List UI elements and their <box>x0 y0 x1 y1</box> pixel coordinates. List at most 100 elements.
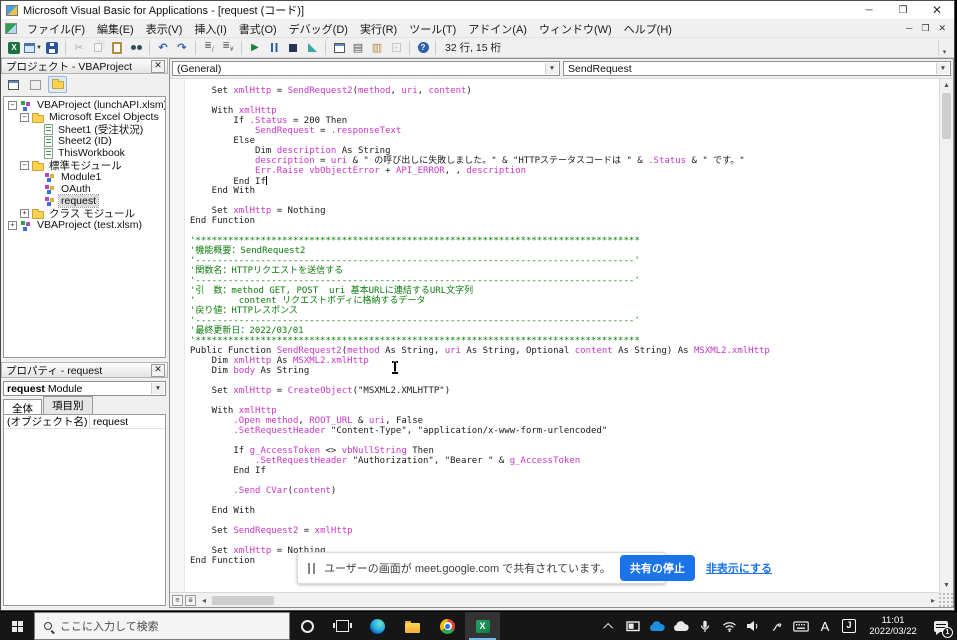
view-object-button[interactable] <box>26 76 45 93</box>
help-icon[interactable]: ? <box>414 39 432 56</box>
tree-expand-minus-icon[interactable]: − <box>8 101 17 110</box>
project-explorer-icon[interactable] <box>330 39 348 56</box>
action-center-icon[interactable]: 1 <box>925 612 957 640</box>
tree-item[interactable]: +VBAProject (test.xlsm) <box>4 219 165 231</box>
toggle-folders-button[interactable] <box>48 76 67 93</box>
taskbar-clock[interactable]: 11:01 2022/03/22 <box>861 612 925 640</box>
menu-item-help[interactable]: ヘルプ(H) <box>618 20 678 38</box>
property-row[interactable]: (オブジェクト名)request <box>4 415 165 429</box>
toolbox-icon[interactable]: + <box>387 39 405 56</box>
menu-item-window[interactable]: ウィンドウ(W) <box>533 20 618 38</box>
cut-icon[interactable]: ✂ <box>70 39 88 56</box>
tree-item[interactable]: −標準モジュール <box>4 159 165 171</box>
onedrive-icon[interactable] <box>645 621 669 632</box>
keyboard-icon[interactable] <box>789 621 813 632</box>
chrome-taskbar-icon[interactable] <box>430 612 465 640</box>
find-icon[interactable] <box>127 39 145 56</box>
scroll-right-icon[interactable]: ▸ <box>927 596 939 605</box>
menu-item-add-ins[interactable]: アドイン(A) <box>462 20 533 38</box>
menu-item-format[interactable]: 書式(O) <box>233 20 283 38</box>
view-excel-icon[interactable]: X <box>5 39 23 56</box>
tree-expand-plus-icon[interactable]: + <box>20 209 29 218</box>
mdi-close-button[interactable]: ✕ <box>938 23 946 34</box>
project-panel-close-icon[interactable]: ✕ <box>151 60 165 73</box>
insert-userform-icon[interactable]: ▼ <box>24 39 42 56</box>
tree-item[interactable]: Sheet2 (ID) <box>4 135 165 147</box>
procedure-view-button[interactable]: ≡ <box>172 595 183 606</box>
view-code-button[interactable] <box>4 76 23 93</box>
menu-item-debug[interactable]: デバッグ(D) <box>283 20 354 38</box>
break-icon[interactable] <box>265 39 283 56</box>
object-dropdown[interactable]: (General)▼ <box>172 61 560 76</box>
menu-item-tools[interactable]: ツール(T) <box>403 20 462 38</box>
code-editor[interactable]: Set xmlHttp = SendRequest2(method, uri, … <box>170 79 939 592</box>
toolbar-options-icon[interactable]: ▾ <box>938 40 950 56</box>
edge-taskbar-icon[interactable] <box>360 612 395 640</box>
redo-icon[interactable]: ↷ <box>173 39 191 56</box>
microphone-icon[interactable] <box>693 620 717 633</box>
tree-expand-minus-icon[interactable]: − <box>20 113 29 122</box>
tree-expand-plus-icon[interactable]: + <box>8 221 17 230</box>
menu-item-view[interactable]: 表示(V) <box>140 20 189 38</box>
properties-window-icon[interactable]: ▤ <box>349 39 367 56</box>
taskbar-search-input[interactable]: ここに入力して検索 <box>34 612 290 640</box>
copy-icon[interactable] <box>89 39 107 56</box>
properties-panel-close-icon[interactable]: ✕ <box>151 364 165 377</box>
minimize-button[interactable]: ─ <box>852 1 886 19</box>
volume-icon[interactable] <box>741 620 765 632</box>
menu-item-insert[interactable]: 挿入(I) <box>188 20 232 38</box>
stop-sharing-button[interactable]: 共有の停止 <box>620 555 695 581</box>
undo-icon[interactable]: ↶ <box>154 39 172 56</box>
chevron-up-icon[interactable] <box>597 623 621 630</box>
code-line: If g_AccessToken <> vbNullString Then <box>190 446 770 456</box>
explorer-taskbar-icon[interactable] <box>395 612 430 640</box>
properties-object-dropdown[interactable]: request Module ▼ <box>3 381 166 396</box>
full-module-view-button[interactable]: ≣ <box>185 595 196 606</box>
tree-item[interactable]: Sheet1 (受注状況) <box>4 123 165 135</box>
vertical-scroll-thumb[interactable] <box>942 93 951 139</box>
code-line: With xmlHttp <box>190 106 770 116</box>
tab-項目別[interactable]: 項目別 <box>43 396 93 414</box>
cloud-icon[interactable] <box>669 621 693 632</box>
tree-item[interactable]: OAuth <box>4 183 165 195</box>
scroll-down-icon[interactable]: ▼ <box>940 579 953 592</box>
tree-item[interactable]: −VBAProject (lunchAPI.xlsm) <box>4 99 165 111</box>
start-button[interactable] <box>0 612 34 640</box>
excel-taskbar-icon[interactable]: X <box>465 612 500 640</box>
task-view-taskbar-icon[interactable] <box>325 612 360 640</box>
quick-info-icon[interactable]: ≣¥ <box>219 39 237 56</box>
object-browser-icon[interactable]: ▥ <box>368 39 386 56</box>
scroll-up-icon[interactable]: ▲ <box>940 79 953 92</box>
tree-item[interactable]: Module1 <box>4 171 165 183</box>
horizontal-scrollbar[interactable]: ≡ ≣ ◂ ▸ <box>170 592 939 607</box>
procedure-dropdown[interactable]: SendRequest▼ <box>563 61 951 76</box>
run-icon[interactable]: ▶ <box>246 39 264 56</box>
tree-expand-minus-icon[interactable]: − <box>20 161 29 170</box>
ime-mode-indicator[interactable]: A <box>813 619 837 634</box>
tab-全体[interactable]: 全体 <box>3 399 42 414</box>
menu-item-file[interactable]: ファイル(F) <box>21 20 91 38</box>
hide-banner-link[interactable]: 非表示にする <box>706 560 772 576</box>
properties-panel: プロパティ - request ✕ request Module ▼ 全体項目別… <box>1 362 168 608</box>
wifi-icon[interactable] <box>717 621 741 632</box>
design-mode-icon[interactable] <box>303 39 321 56</box>
tree-item[interactable]: +クラス モジュール <box>4 207 165 219</box>
scroll-left-icon[interactable]: ◂ <box>198 596 210 605</box>
list-properties-icon[interactable]: ≣/ <box>200 39 218 56</box>
mdi-minimize-button[interactable]: ─ <box>906 23 912 34</box>
paste-icon[interactable] <box>108 39 126 56</box>
menu-item-edit[interactable]: 編集(E) <box>91 20 140 38</box>
menu-item-run[interactable]: 実行(R) <box>354 20 403 38</box>
close-button[interactable]: ✕ <box>920 1 954 19</box>
cortana-taskbar-icon[interactable] <box>290 612 325 640</box>
display-icon[interactable] <box>621 621 645 632</box>
vertical-scrollbar[interactable]: ▲ ▼ <box>939 79 953 592</box>
restore-button[interactable]: ❐ <box>886 1 920 19</box>
save-icon[interactable] <box>43 39 61 56</box>
horizontal-scroll-thumb[interactable] <box>212 596 274 605</box>
resize-grip[interactable] <box>939 592 953 607</box>
reset-icon[interactable] <box>284 39 302 56</box>
ime-app-icon[interactable]: J <box>837 619 861 633</box>
pen-icon[interactable] <box>765 620 789 632</box>
mdi-restore-button[interactable]: ❐ <box>921 23 929 34</box>
